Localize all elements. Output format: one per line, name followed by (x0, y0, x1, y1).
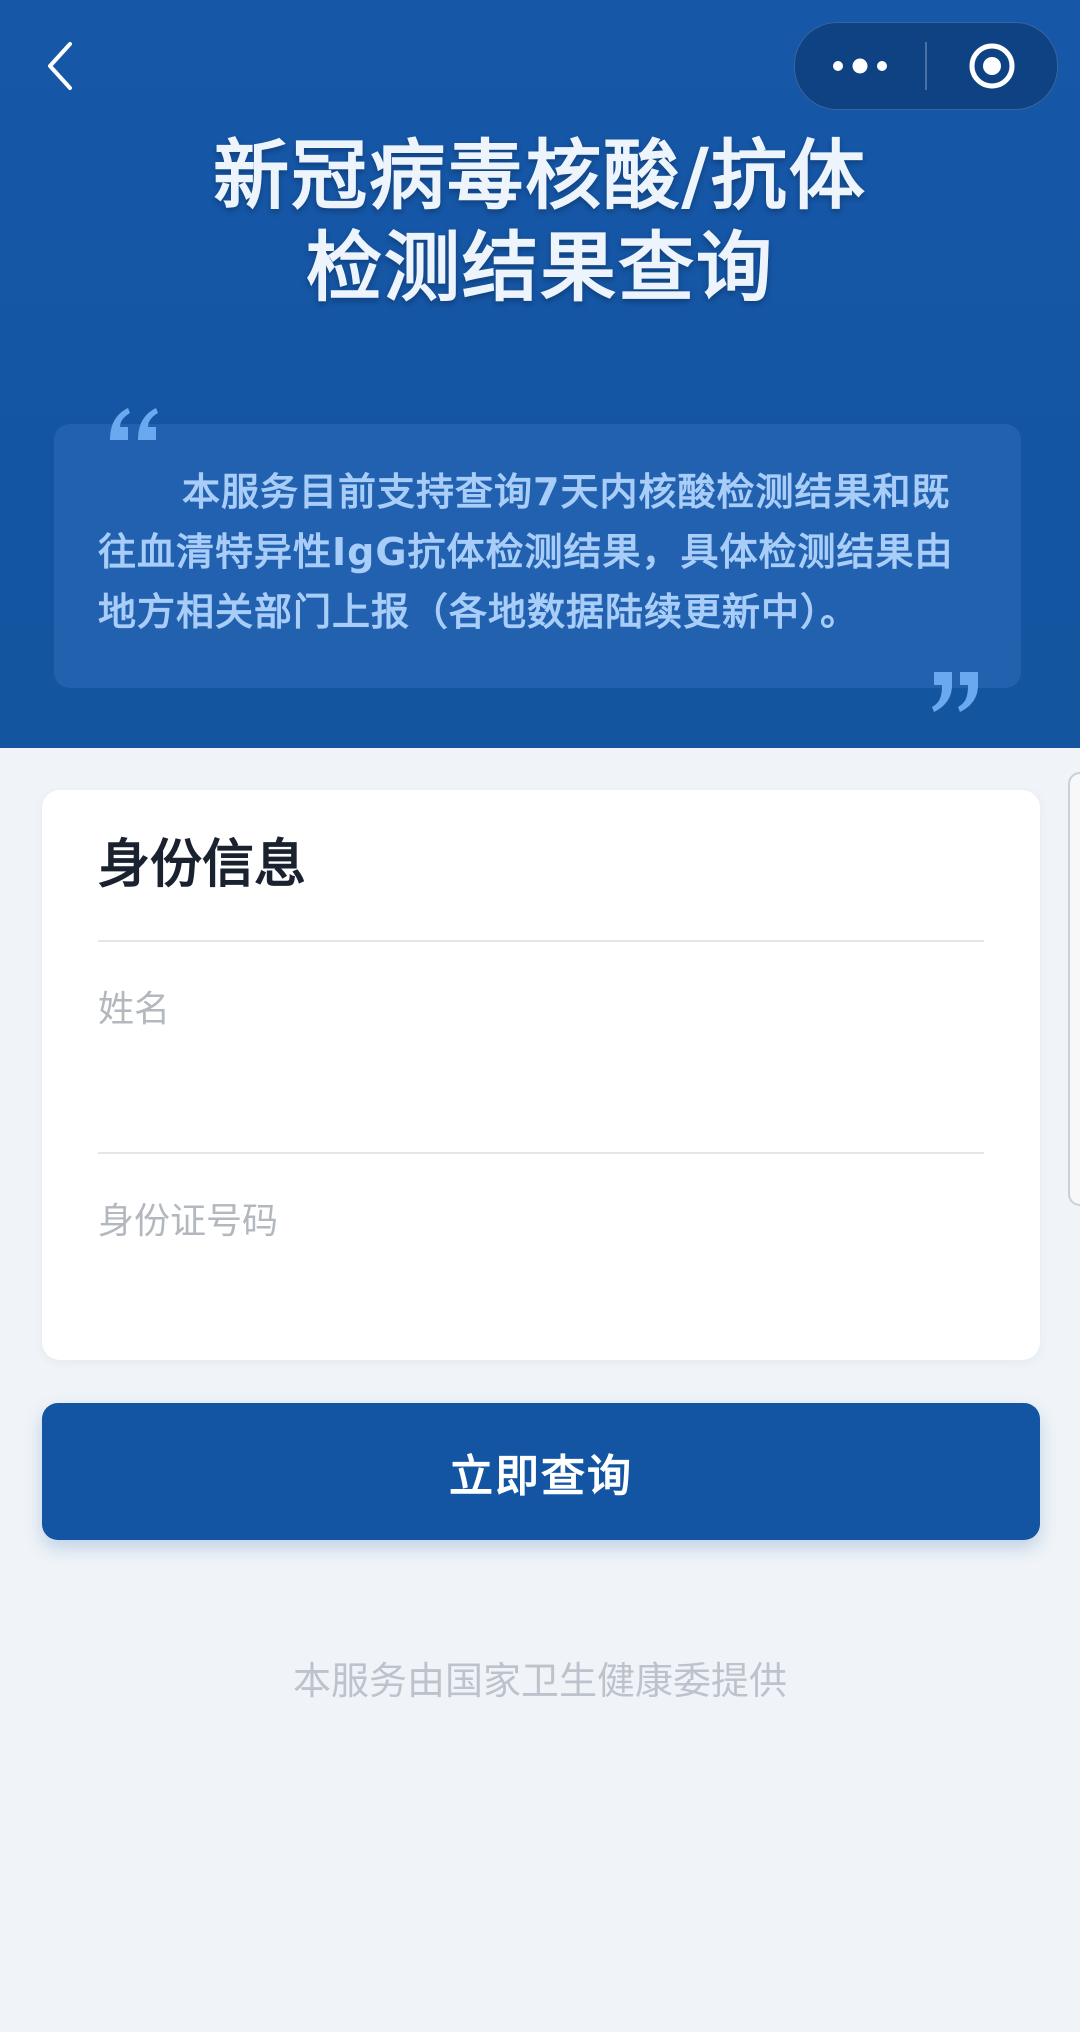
chevron-left-icon (48, 42, 72, 90)
scroll-indicator[interactable] (1068, 772, 1080, 1206)
query-button-label: 立即查询 (449, 1450, 633, 1502)
more-button[interactable] (795, 23, 925, 109)
identity-card: 身份信息 姓名 身份证号码 (42, 790, 1040, 1360)
open-quote-icon (110, 408, 158, 440)
identity-section-title: 身份信息 (98, 835, 307, 895)
close-button[interactable] (927, 23, 1057, 109)
more-dots-icon (833, 58, 887, 74)
page-title-line2: 检测结果查询 (306, 223, 774, 312)
page-title-line1: 新冠病毒核酸/抗体 (213, 131, 867, 220)
close-quote-icon (932, 672, 978, 712)
name-field[interactable] (98, 942, 984, 1102)
back-button[interactable] (30, 36, 90, 96)
footer-provider-text: 本服务由国家卫生健康委提供 (292, 1659, 787, 1703)
notice-text: 本服务目前支持查询7天内核酸检测结果和既往血清特异性IgG抗体检测结果，具体检测… (98, 470, 954, 634)
target-circle-icon (969, 43, 1014, 89)
mini-program-capsule (794, 22, 1058, 110)
query-button[interactable]: 立即查询 (42, 1403, 1040, 1540)
page-title: 新冠病毒核酸/抗体 检测结果查询 (0, 130, 1080, 314)
header-banner: 新冠病毒核酸/抗体 检测结果查询 本服务目前支持查询7天内核酸检测结果和既往血清… (0, 0, 1080, 748)
id-number-field[interactable] (98, 1154, 984, 1314)
